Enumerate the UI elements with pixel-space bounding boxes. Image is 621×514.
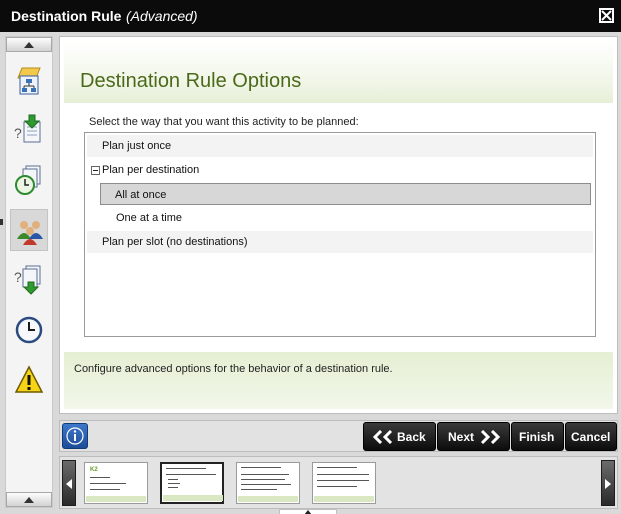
nav-scroll-up-button[interactable] — [6, 37, 52, 52]
page-description: Configure advanced options for the behav… — [74, 363, 393, 375]
window-titlebar: Destination Rule (Advanced) — [0, 0, 621, 32]
collapse-toggle-icon[interactable] — [91, 166, 100, 175]
cancel-button[interactable]: Cancel — [565, 422, 617, 451]
option-label: One at a time — [116, 212, 183, 224]
finish-label: Finish — [519, 430, 555, 444]
page-thumbnail-2[interactable] — [160, 462, 224, 504]
question-document-down-icon: ? — [14, 114, 41, 143]
page-title: Destination Rule Options — [80, 70, 302, 92]
thumbnails-previous-button[interactable] — [62, 460, 76, 506]
info-button[interactable] — [62, 423, 88, 449]
svg-text:?: ? — [14, 125, 22, 141]
option-label: Plan just once — [102, 140, 172, 152]
close-icon[interactable] — [599, 8, 614, 23]
option-label: Plan per slot (no destinations) — [102, 236, 248, 248]
wizard-toolbar: Back Next Finish Cancel — [59, 420, 618, 452]
info-icon — [66, 427, 84, 445]
planning-option-list: Plan just once Plan per destination All … — [84, 132, 596, 337]
window-title: Destination Rule — [11, 8, 122, 24]
nav-scroll-down-button[interactable] — [6, 492, 52, 507]
option-plan-per-destination[interactable]: Plan per destination — [87, 159, 593, 181]
arrow-left-icon — [66, 479, 72, 489]
next-label: Next — [448, 430, 475, 444]
page-thumbnail-3[interactable] — [236, 462, 300, 504]
next-button[interactable]: Next — [437, 422, 510, 451]
nav-step-condition[interactable]: ? — [10, 109, 48, 151]
page-header: Destination Rule Options — [64, 41, 613, 103]
option-label: Plan per destination — [102, 164, 200, 176]
option-plan-just-once[interactable]: Plan just once — [87, 135, 593, 157]
question-documents-down-icon: ? — [14, 265, 41, 295]
option-one-at-a-time[interactable]: One at a time — [87, 207, 593, 229]
svg-text:?: ? — [14, 269, 22, 285]
double-chevron-right-icon — [480, 430, 501, 444]
people-group-icon — [17, 221, 43, 245]
arrow-right-icon — [605, 479, 611, 489]
page-thumbnail-1[interactable]: K2 — [84, 462, 148, 504]
nav-step-plan[interactable] — [10, 59, 48, 101]
clock-icon — [15, 316, 43, 344]
option-all-at-once[interactable]: All at once — [100, 183, 591, 205]
nav-step-schedule[interactable] — [10, 159, 48, 201]
nav-step-timing[interactable] — [10, 309, 48, 351]
nav-step-warnings[interactable] — [10, 359, 48, 401]
thumbnail-strip-toggle[interactable] — [279, 509, 337, 514]
k2-logo: K2 — [90, 467, 98, 473]
window-subtitle: (Advanced) — [126, 8, 198, 24]
option-label: All at once — [115, 189, 167, 201]
documents-clock-icon — [15, 165, 41, 195]
nav-step-resources[interactable] — [10, 209, 48, 251]
back-label: Back — [397, 430, 426, 444]
page-thumbnail-strip: K2 — [59, 456, 618, 509]
description-panel: Configure advanced options for the behav… — [64, 352, 613, 409]
selected-step-marker — [0, 219, 3, 225]
page-thumbnail-4[interactable] — [312, 462, 376, 504]
option-plan-per-slot[interactable]: Plan per slot (no destinations) — [87, 231, 593, 253]
back-button[interactable]: Back — [363, 422, 436, 451]
thumbnails-next-button[interactable] — [601, 460, 615, 506]
arrow-up-icon — [24, 42, 34, 48]
caret-up-icon — [304, 510, 312, 514]
nav-step-output[interactable]: ? — [10, 259, 48, 301]
arrow-up-icon — [24, 497, 34, 503]
double-chevron-left-icon — [372, 430, 393, 444]
options-prompt: Select the way that you want this activi… — [89, 116, 359, 128]
cancel-label: Cancel — [571, 430, 611, 444]
hierarchy-plan-icon — [17, 67, 41, 95]
warning-icon — [14, 365, 44, 393]
step-navigation: ? ? — [5, 36, 53, 508]
finish-button[interactable]: Finish — [511, 422, 564, 451]
main-panel: Destination Rule Options Select the way … — [59, 36, 618, 414]
